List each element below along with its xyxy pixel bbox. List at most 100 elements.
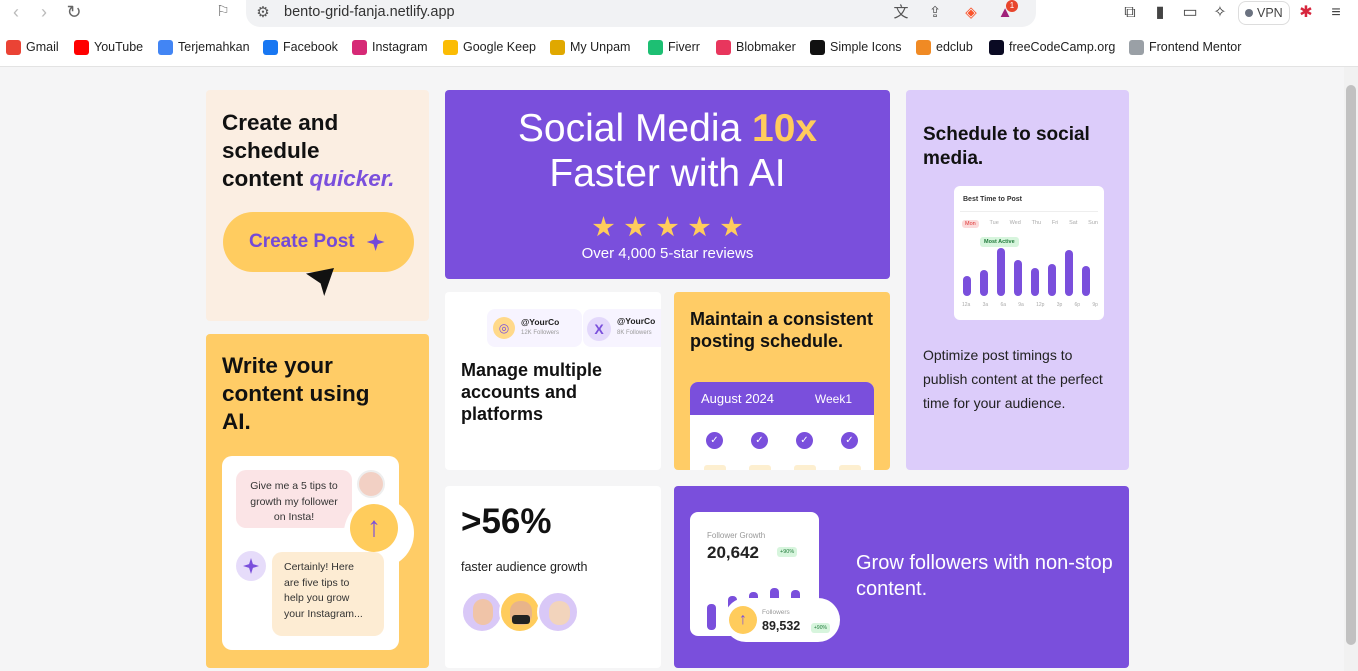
scrollbar-thumb[interactable]	[1346, 85, 1356, 645]
schedule-title: Schedule to social media.	[923, 124, 1090, 169]
time-label: 3p	[1056, 302, 1063, 308]
growth-value: >56%	[461, 502, 552, 541]
follower-growth-title: Follower Growth	[707, 531, 766, 540]
scrollbar[interactable]	[1344, 67, 1358, 671]
bookmark-fiverr[interactable]: Fiverr	[648, 38, 700, 56]
account1-name: @YourCo	[521, 317, 560, 327]
fiverr-icon	[648, 39, 663, 55]
account2-name: @YourCo	[617, 316, 656, 326]
star-icon	[592, 216, 615, 237]
best-time-widget: Best Time to Post Mon Tue Wed Thu Fri Sat Sun …	[954, 186, 1104, 320]
activity-bar	[980, 270, 988, 296]
hero-title-b: Faster with AI	[549, 152, 786, 195]
extensions-icon[interactable]: ⧉	[1120, 3, 1140, 23]
bookmark-google-keep[interactable]: Google Keep	[443, 38, 536, 56]
bookmark-label: Google Keep	[463, 40, 536, 54]
browser-chrome: ‹ › ↻ ⚐ ⚙ bento-grid-fanja.netlify.app 文…	[0, 0, 1358, 67]
bookmark-frontend-mentor[interactable]: Frontend Mentor	[1129, 38, 1241, 56]
bookmark-label: Instagram	[372, 40, 428, 54]
bookmark-label: YouTube	[94, 40, 144, 54]
accounts-card: ◎ @YourCo 12K Followers X @YourCo 8K Fol…	[445, 292, 661, 470]
blobmaker-icon	[716, 39, 731, 55]
day-label: Sun	[1088, 220, 1098, 226]
bookmark-blobmaker[interactable]: Blobmaker	[716, 38, 796, 56]
profile-icon[interactable]: ✱	[1296, 3, 1316, 23]
bookmark-simple-icons[interactable]: Simple Icons	[810, 38, 902, 56]
vpn-button[interactable]: VPN	[1238, 1, 1290, 25]
followers-sub-delta: +90%	[811, 623, 830, 633]
bookmark-edclub[interactable]: edclub	[916, 38, 973, 56]
consistent-card: Maintain a consistent posting schedule. …	[674, 292, 890, 470]
translate-icon	[158, 39, 173, 55]
day-label: Sat	[1069, 220, 1078, 226]
forward-icon[interactable]: ›	[34, 2, 54, 22]
bookmark-freecodecamp-org[interactable]: freeCodeCamp.org	[989, 38, 1115, 56]
account-chip-x: X @YourCo 8K Followers	[583, 309, 661, 347]
followers-sub-label: Followers	[762, 609, 790, 616]
instagram-icon	[352, 39, 367, 55]
consistent-title: Maintain a consistent posting schedule.	[690, 309, 874, 351]
avatar	[499, 591, 541, 633]
menu-icon[interactable]: ≡	[1326, 3, 1346, 23]
create-title-accent: quicker.	[309, 166, 395, 191]
time-label: 6p	[1074, 302, 1081, 308]
site-settings-icon[interactable]: ⚙	[254, 4, 272, 22]
day-label: Fri	[1051, 220, 1059, 226]
time-label: 3a	[982, 302, 989, 308]
leo-ai-icon[interactable]: ✧	[1210, 3, 1230, 23]
chat-widget: Give me a 5 tips to growth my follower o…	[222, 456, 414, 650]
bookmark-instagram[interactable]: Instagram	[352, 38, 428, 56]
bookmark-label: Fiverr	[668, 40, 700, 54]
create-title-line3: content	[222, 166, 304, 191]
followers-sub-count: 89,532	[762, 619, 801, 633]
bookmark-facebook[interactable]: Facebook	[263, 38, 338, 56]
facebook-icon	[263, 39, 278, 55]
freecodecamp-icon	[989, 39, 1004, 55]
activity-bar	[1048, 264, 1056, 296]
check-icon: ✓	[841, 432, 858, 449]
accounts-title: Manage multiple accounts and platforms	[461, 360, 603, 424]
user-message: Give me a 5 tips to growth my follower o…	[236, 470, 352, 528]
bookmark-terjemahkan[interactable]: Terjemahkan	[158, 38, 250, 56]
bookmark-gmail[interactable]: Gmail	[6, 38, 59, 56]
hero-title-a: Social Media	[517, 107, 742, 150]
rating-stars	[445, 216, 890, 243]
translate-icon[interactable]: 文	[892, 4, 910, 22]
arrow-up-icon: ↑	[729, 606, 757, 634]
check-icon: ✓	[796, 432, 813, 449]
create-post-button[interactable]: Create Post	[223, 212, 414, 272]
account2-followers: 8K Followers	[617, 330, 652, 336]
address-bar[interactable]: ⚙ bento-grid-fanja.netlify.app 文 ⇪ ◈ ▲ 1	[246, 0, 1036, 27]
growth-caption: faster audience growth	[461, 560, 588, 574]
edclub-icon	[916, 39, 931, 55]
day-label: Wed	[1009, 220, 1021, 226]
brave-shield-icon[interactable]: ◈	[962, 4, 980, 22]
bookmark-my-unpam[interactable]: My Unpam	[550, 38, 630, 56]
time-label: 9a	[1018, 302, 1024, 308]
sidebar-icon[interactable]: ▮	[1150, 3, 1170, 23]
growth-card: >56% faster audience growth	[445, 486, 661, 668]
wallet-icon[interactable]: ▭	[1180, 3, 1200, 23]
share-icon[interactable]: ⇪	[926, 4, 944, 22]
reviews-text: Over 4,000 5-star reviews	[581, 245, 754, 262]
create-card: Create and schedule content quicker. Cre…	[206, 90, 429, 321]
create-title-line1: Create and	[222, 110, 339, 135]
bot-message: Certainly! Here are five tips to help yo…	[272, 552, 384, 636]
hero-card: Social Media 10x Faster with AI Over 4,0…	[445, 90, 890, 279]
reload-icon[interactable]: ↻	[64, 2, 84, 22]
send-arrow-icon[interactable]: ↑	[350, 504, 398, 552]
activity-bar	[1031, 268, 1039, 296]
instagram-icon: ◎	[493, 317, 515, 339]
calendar-week: Week1	[814, 392, 852, 406]
url-text[interactable]: bento-grid-fanja.netlify.app	[284, 4, 455, 20]
activity-bar	[997, 248, 1005, 296]
time-label: 12a	[962, 302, 971, 308]
back-icon[interactable]: ‹	[6, 2, 26, 22]
sparkle-icon	[366, 233, 385, 251]
bookmark-page-icon[interactable]: ⚐	[213, 2, 233, 22]
x-icon: X	[587, 317, 611, 341]
unpam-icon	[550, 39, 565, 55]
bookmark-label: edclub	[936, 40, 973, 54]
most-active-badge: Most Active	[980, 237, 1019, 247]
bookmark-youtube[interactable]: YouTube	[74, 38, 143, 56]
